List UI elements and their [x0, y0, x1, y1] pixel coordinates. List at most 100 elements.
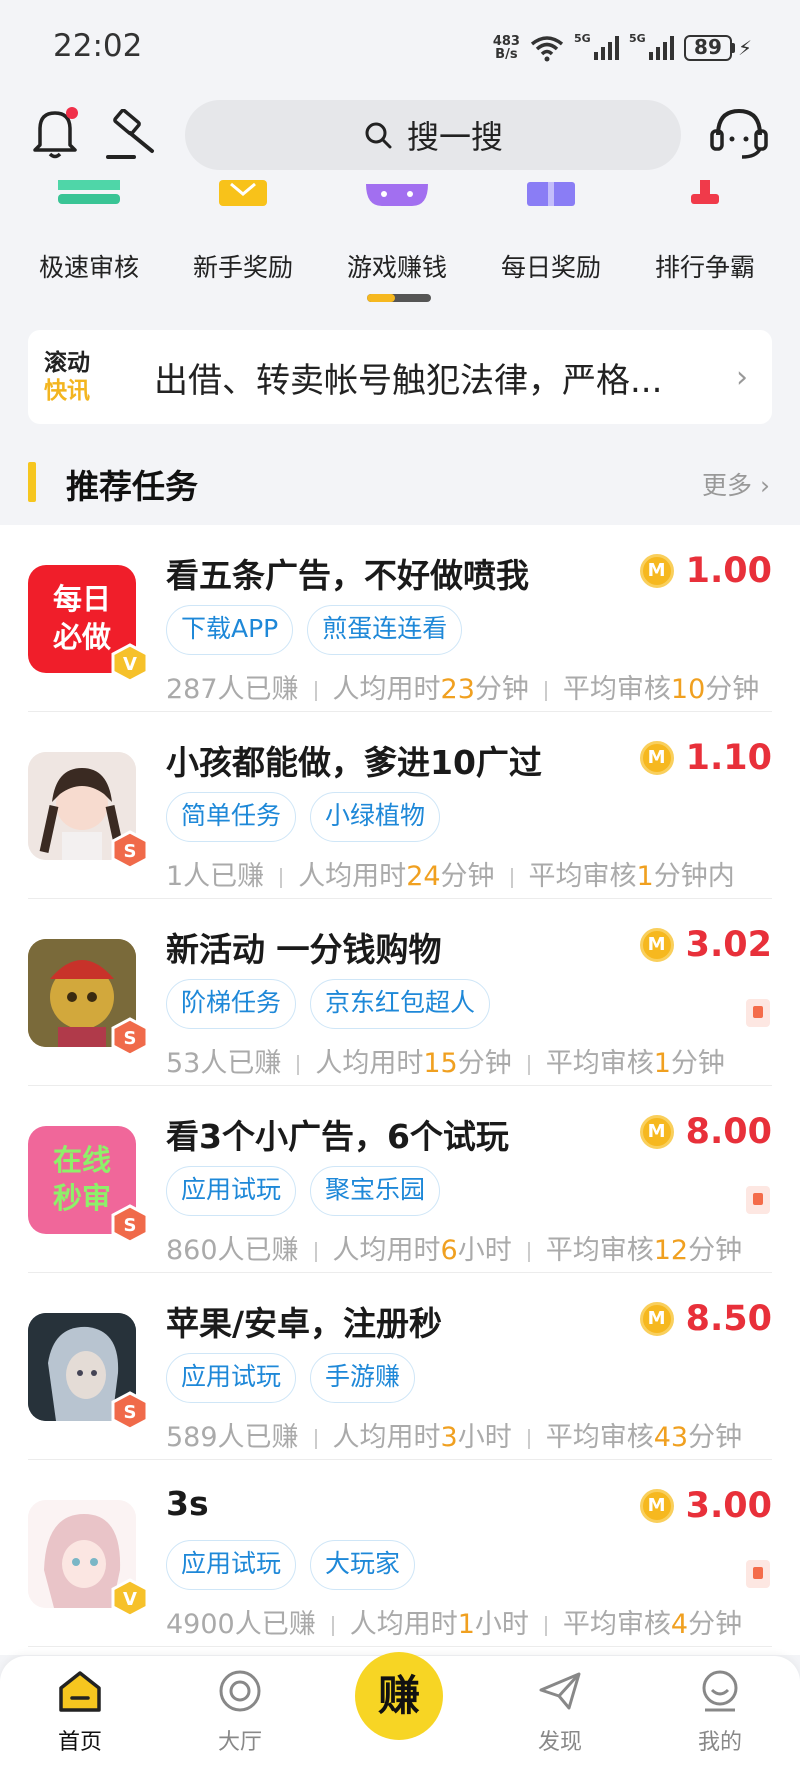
- svg-text:S: S: [124, 841, 137, 862]
- gavel-icon[interactable]: [104, 108, 158, 163]
- s-level-badge-icon: S: [111, 830, 149, 870]
- red-packet-icon: [746, 1560, 770, 1588]
- bottom-tab-bar: 首页 大厅 赚 发现 我的: [0, 1652, 800, 1776]
- profile-icon: [702, 1670, 738, 1712]
- top-header: 搜一搜: [0, 95, 800, 190]
- task-item[interactable]: S 苹果/安卓，注册秒 M 8.50 应用试玩 手游赚 589人已赚 人均用时3小…: [28, 1273, 772, 1460]
- task-stats: 53人已赚 人均用时15分钟 平均审核1分钟: [166, 1048, 725, 1079]
- svg-text:V: V: [123, 1589, 137, 1610]
- tab-home[interactable]: 首页: [20, 1668, 140, 1756]
- task-stats: 4900人已赚 人均用时1小时 平均审核4分钟: [166, 1609, 743, 1640]
- v-level-badge-icon: V: [111, 643, 149, 683]
- task-stats: 589人已赚 人均用时3小时 平均审核43分钟: [166, 1422, 743, 1453]
- task-tags: 应用试玩 大玩家: [166, 1540, 416, 1590]
- v-level-badge-icon: V: [111, 1578, 149, 1618]
- task-stats: 1人已赚 人均用时24分钟 平均审核1分钟内: [166, 861, 735, 892]
- coin-icon: M: [639, 1302, 674, 1336]
- svg-text:S: S: [124, 1402, 137, 1423]
- section-accent-bar: [28, 462, 36, 502]
- earn-button[interactable]: 赚: [355, 1652, 443, 1740]
- ranking-icon: [691, 180, 719, 204]
- game-money-icon: [366, 184, 428, 206]
- task-title: 新活动 一分钱购物: [166, 930, 442, 969]
- task-tags: 阶梯任务 京东红包超人: [166, 979, 491, 1029]
- menu-fast-review[interactable]: 极速审核: [12, 180, 166, 284]
- quick-menu: 极速审核 新手奖励 游戏赚钱 每日奖励 排行争霸: [0, 180, 800, 310]
- task-reward: M 1.00: [639, 551, 772, 591]
- task-reward: M 1.10: [639, 738, 772, 778]
- paper-plane-icon: [539, 1672, 581, 1710]
- tab-discover[interactable]: 发现: [500, 1668, 620, 1756]
- signal-icon-sim2: 5G: [629, 32, 674, 60]
- task-title: 3s: [166, 1484, 209, 1523]
- menu-daily-reward[interactable]: 每日奖励: [474, 180, 628, 284]
- task-title: 看五条广告，不好做喷我: [166, 556, 529, 595]
- notification-bell-icon[interactable]: [30, 105, 80, 160]
- customer-service-icon[interactable]: [708, 105, 770, 163]
- wifi-icon: [530, 36, 564, 62]
- signal-icon-sim1: 5G: [574, 32, 619, 60]
- task-title: 看3个小广告，6个试玩: [166, 1117, 509, 1156]
- task-reward: M 3.02: [639, 925, 772, 965]
- fast-review-icon: [58, 180, 120, 204]
- task-tag: 聚宝乐园: [310, 1166, 441, 1216]
- svg-text:V: V: [123, 654, 137, 675]
- task-stats: 860人已赚 人均用时6小时 平均审核12分钟: [166, 1235, 743, 1266]
- menu-newbie-reward[interactable]: 新手奖励: [166, 180, 320, 284]
- search-placeholder: 搜一搜: [406, 118, 503, 156]
- notification-dot: [66, 107, 78, 119]
- task-stats: 287人已赚 人均用时23分钟 平均审核10分钟: [166, 674, 760, 705]
- section-title: 推荐任务: [66, 467, 198, 506]
- news-badge: 滚动 快讯: [44, 350, 90, 404]
- task-reward: M 3.00: [639, 1486, 772, 1526]
- status-time: 22:02: [53, 28, 143, 64]
- net-speed: 483 B/s: [492, 34, 520, 62]
- daily-reward-icon: [527, 182, 575, 206]
- task-item[interactable]: V 3s M 3.00 应用试玩 大玩家 4900人已赚 人均用时1小时 平均审核4…: [28, 1460, 772, 1647]
- menu-ranking[interactable]: 排行争霸: [628, 180, 782, 284]
- news-ticker[interactable]: 滚动 快讯 出借、转卖帐号触犯法律，严格... ›: [28, 330, 772, 424]
- s-level-badge-icon: S: [111, 1204, 149, 1244]
- task-tag: 应用试玩: [166, 1353, 297, 1403]
- s-level-badge-icon: S: [111, 1017, 149, 1057]
- home-icon: [59, 1671, 101, 1712]
- tab-mine[interactable]: 我的: [660, 1668, 780, 1756]
- coin-icon: M: [639, 928, 674, 962]
- battery-icon: 89 ⚡: [683, 35, 752, 61]
- task-item[interactable]: 在线 秒审 S 看3个小广告，6个试玩 M 8.00 应用试玩 聚宝乐园 860人…: [28, 1086, 772, 1273]
- task-item[interactable]: S 新活动 一分钱购物 M 3.02 阶梯任务 京东红包超人 53人已赚 人均用时…: [28, 899, 772, 1086]
- task-tag: 应用试玩: [166, 1166, 297, 1216]
- svg-text:S: S: [124, 1215, 137, 1236]
- chevron-right-icon: ›: [736, 360, 748, 395]
- coin-icon: M: [639, 554, 674, 588]
- task-tag: 应用试玩: [166, 1540, 297, 1590]
- task-tag: 阶梯任务: [166, 979, 297, 1029]
- coin-icon: M: [639, 1115, 674, 1149]
- task-tag: 京东红包超人: [310, 979, 491, 1029]
- task-tag: 小绿植物: [310, 792, 441, 842]
- recommended-tasks-header: 推荐任务 更多 ›: [0, 450, 800, 522]
- task-item[interactable]: 每日 必做 V 看五条广告，不好做喷我 M 1.00 下载APP 煎蛋连连看 28…: [28, 525, 772, 712]
- newbie-reward-icon: [219, 180, 267, 206]
- task-item[interactable]: S 小孩都能做，爹进10广过 M 1.10 简单任务 小绿植物 1人已赚 人均用时…: [28, 712, 772, 899]
- task-tags: 应用试玩 聚宝乐园: [166, 1166, 441, 1216]
- task-tag: 手游赚: [310, 1353, 416, 1403]
- task-tags: 简单任务 小绿植物: [166, 792, 441, 842]
- search-bar[interactable]: 搜一搜: [185, 100, 681, 170]
- menu-game-money[interactable]: 游戏赚钱: [320, 180, 474, 284]
- tab-hall[interactable]: 大厅: [180, 1668, 300, 1756]
- task-reward: M 8.00: [639, 1112, 772, 1152]
- search-icon: [365, 122, 392, 149]
- coin-icon: M: [639, 741, 674, 775]
- red-packet-icon: [746, 1186, 770, 1214]
- task-title: 小孩都能做，爹进10广过: [166, 743, 542, 782]
- task-tag: 简单任务: [166, 792, 297, 842]
- charging-icon: ⚡: [737, 36, 752, 60]
- task-reward: M 8.50: [639, 1299, 772, 1339]
- red-packet-icon: [746, 999, 770, 1027]
- chevron-right-icon: ›: [760, 471, 770, 500]
- status-bar: 22:02 483 B/s 5G 5G 89 ⚡: [0, 0, 800, 95]
- more-link[interactable]: 更多 ›: [702, 466, 770, 502]
- task-list: 每日 必做 V 看五条广告，不好做喷我 M 1.00 下载APP 煎蛋连连看 28…: [0, 525, 800, 1655]
- news-message: 出借、转卖帐号触犯法律，严格...: [154, 360, 663, 401]
